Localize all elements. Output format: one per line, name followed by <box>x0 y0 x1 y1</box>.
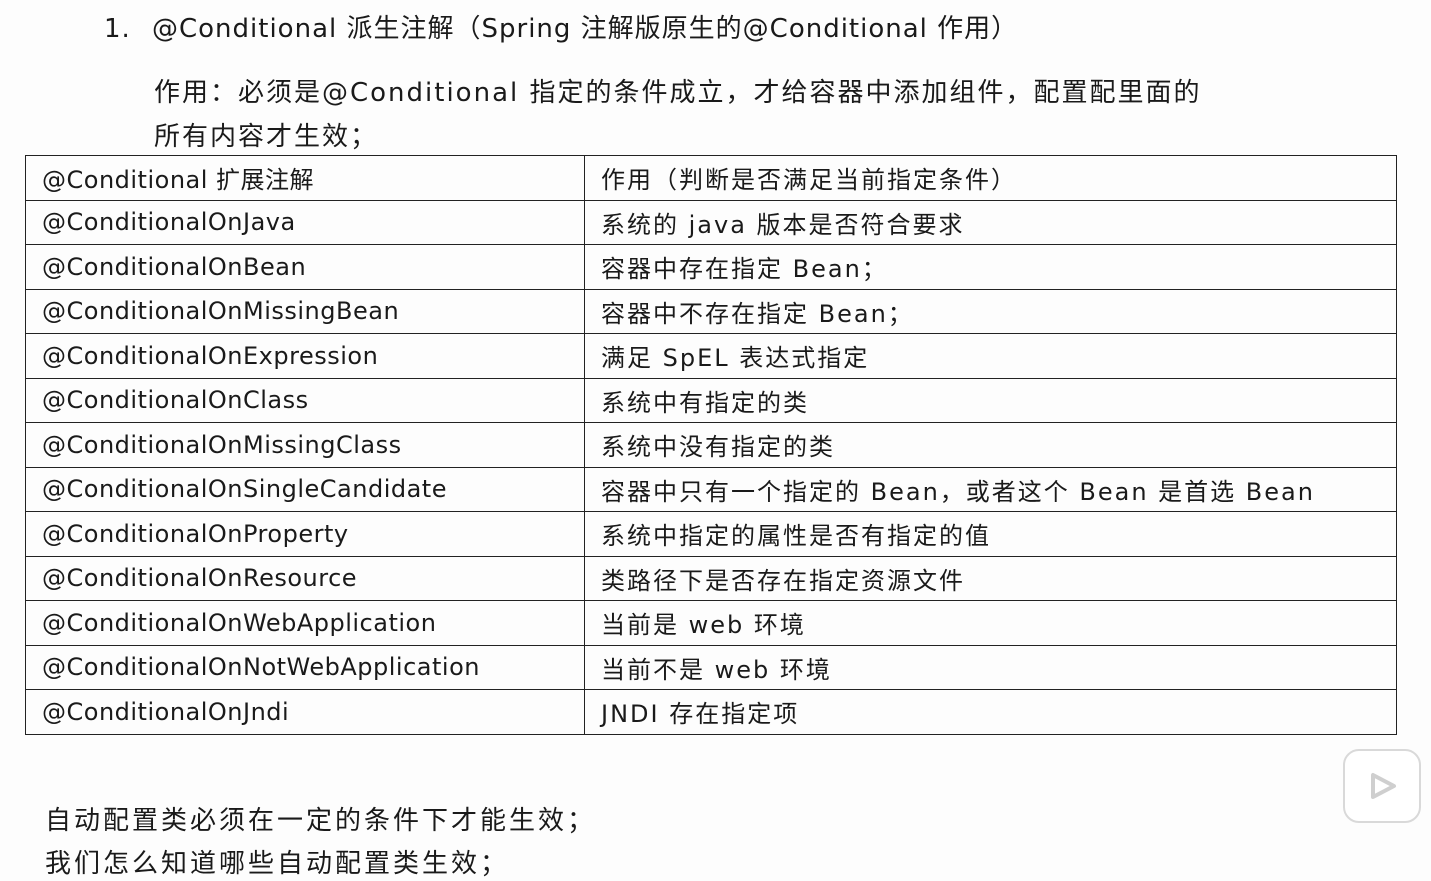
conditional-annotations-table: @Conditional 扩展注解 作用（判断是否满足当前指定条件） @Cond… <box>25 155 1397 735</box>
annotation-cell: @ConditionalOnMissingBean <box>25 288 585 334</box>
description-line-1: 作用：必须是@Conditional 指定的条件成立，才给容器中添加组件，配置配… <box>154 78 1202 108</box>
annotation-cell: @ConditionalOnClass <box>25 377 585 423</box>
annotation-cell: @ConditionalOnJndi <box>25 689 585 735</box>
table-row: @ConditionalOnMissingBean 容器中不存在指定 Bean； <box>25 288 1397 334</box>
effect-cell: 容器中不存在指定 Bean； <box>584 288 1397 334</box>
effect-cell: JNDI 存在指定项 <box>584 689 1397 735</box>
table-row: @ConditionalOnSingleCandidate 容器中只有一个指定的… <box>25 466 1397 512</box>
table-row: @ConditionalOnMissingClass 系统中没有指定的类 <box>25 422 1397 468</box>
table-header-row: @Conditional 扩展注解 作用（判断是否满足当前指定条件） <box>25 155 1397 201</box>
document-page: 1. @Conditional 派生注解（Spring 注解版原生的@Condit… <box>0 0 1431 881</box>
effect-cell: 类路径下是否存在指定资源文件 <box>584 555 1397 601</box>
section-heading: 1. @Conditional 派生注解（Spring 注解版原生的@Condit… <box>104 8 1018 45</box>
annotation-cell: @ConditionalOnNotWebApplication <box>25 644 585 690</box>
effect-cell: 满足 SpEL 表达式指定 <box>584 333 1397 379</box>
effect-cell: 当前是 web 环境 <box>584 600 1397 646</box>
table-row: @ConditionalOnClass 系统中有指定的类 <box>25 377 1397 423</box>
table-row: @ConditionalOnProperty 系统中指定的属性是否有指定的值 <box>25 511 1397 557</box>
footer-line-1: 自动配置类必须在一定的条件下才能生效； <box>45 806 597 836</box>
annotation-cell: @ConditionalOnProperty <box>25 511 585 557</box>
effect-cell: 系统中指定的属性是否有指定的值 <box>584 511 1397 557</box>
effect-cell: 系统中没有指定的类 <box>584 422 1397 468</box>
annotation-cell: @ConditionalOnWebApplication <box>25 600 585 646</box>
play-icon <box>1371 773 1396 799</box>
annotation-cell: @ConditionalOnExpression <box>25 333 585 379</box>
effect-cell: 系统的 java 版本是否符合要求 <box>584 199 1397 245</box>
table-row: @ConditionalOnBean 容器中存在指定 Bean； <box>25 244 1397 290</box>
table-row: @ConditionalOnNotWebApplication 当前不是 web… <box>25 644 1397 690</box>
table-row: @ConditionalOnWebApplication 当前是 web 环境 <box>25 600 1397 646</box>
table-row: @ConditionalOnExpression 满足 SpEL 表达式指定 <box>25 333 1397 379</box>
header-cell-annotation: @Conditional 扩展注解 <box>25 155 585 201</box>
table-row: @ConditionalOnJava 系统的 java 版本是否符合要求 <box>25 199 1397 245</box>
annotation-cell: @ConditionalOnResource <box>25 555 585 601</box>
annotation-cell: @ConditionalOnBean <box>25 244 585 290</box>
effect-cell: 当前不是 web 环境 <box>584 644 1397 690</box>
effect-cell: 容器中存在指定 Bean； <box>584 244 1397 290</box>
header-cell-effect: 作用（判断是否满足当前指定条件） <box>584 155 1397 201</box>
annotation-cell: @ConditionalOnMissingClass <box>25 422 585 468</box>
table-row: @ConditionalOnJndi JNDI 存在指定项 <box>25 689 1397 735</box>
video-play-button[interactable] <box>1343 749 1421 823</box>
footer-line-2: 我们怎么知道哪些自动配置类生效； <box>45 849 510 879</box>
annotation-cell: @ConditionalOnJava <box>25 199 585 245</box>
description-line-2: 所有内容才生效； <box>154 122 379 152</box>
table-row: @ConditionalOnResource 类路径下是否存在指定资源文件 <box>25 555 1397 601</box>
effect-cell: 容器中只有一个指定的 Bean，或者这个 Bean 是首选 Bean <box>584 466 1397 512</box>
effect-cell: 系统中有指定的类 <box>584 377 1397 423</box>
annotation-cell: @ConditionalOnSingleCandidate <box>25 466 585 512</box>
section-title: @Conditional 派生注解（Spring 注解版原生的@Conditio… <box>152 14 1019 44</box>
section-number: 1. <box>104 14 131 44</box>
